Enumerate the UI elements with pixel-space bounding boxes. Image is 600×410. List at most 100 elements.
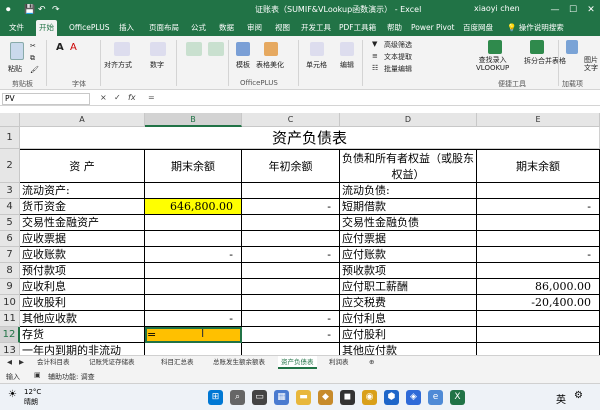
- cancel-icon[interactable]: ×: [100, 93, 107, 102]
- cell[interactable]: 应付票据: [340, 231, 477, 247]
- font-bold-icon[interactable]: A: [56, 42, 64, 53]
- cell[interactable]: 应收账款: [20, 247, 145, 263]
- save-icon[interactable]: 💾: [24, 4, 35, 16]
- start-icon[interactable]: ⊞: [208, 390, 223, 405]
- cell-b4[interactable]: 646,800.00: [145, 199, 242, 215]
- app-icon[interactable]: ◆: [318, 390, 333, 405]
- undo-icon[interactable]: ↶: [38, 4, 46, 16]
- widgets-icon[interactable]: ▦: [274, 390, 289, 405]
- cell[interactable]: [242, 215, 340, 231]
- format-table-icon[interactable]: [208, 42, 224, 56]
- row-header[interactable]: 7: [0, 247, 20, 263]
- cell[interactable]: [242, 343, 340, 355]
- column-header-c[interactable]: C: [242, 113, 340, 127]
- tab-help[interactable]: 帮助: [384, 20, 405, 36]
- vlookup-icon[interactable]: [488, 40, 502, 54]
- cell[interactable]: [477, 215, 600, 231]
- cell[interactable]: -: [242, 199, 340, 215]
- excel-icon[interactable]: X: [450, 390, 465, 405]
- advanced-filter-button[interactable]: 高级筛选: [384, 40, 412, 50]
- align-icon[interactable]: [114, 42, 130, 56]
- row-header[interactable]: 10: [0, 295, 20, 311]
- vlookup-button[interactable]: 查找录入 VLOOKUP: [476, 56, 509, 72]
- record-macro-icon[interactable]: ▣: [34, 371, 41, 379]
- cell[interactable]: [145, 263, 242, 279]
- row-header[interactable]: 6: [0, 231, 20, 247]
- cell[interactable]: -20,400.00: [477, 295, 600, 311]
- header-cell[interactable]: 期末余额: [145, 149, 242, 183]
- row-header[interactable]: 9: [0, 279, 20, 295]
- cell[interactable]: -: [242, 327, 340, 343]
- table-beautify-icon[interactable]: [264, 42, 278, 56]
- cell[interactable]: [242, 295, 340, 311]
- cell[interactable]: [145, 295, 242, 311]
- header-cell[interactable]: 资 产: [20, 149, 145, 183]
- edge-icon[interactable]: e: [428, 390, 443, 405]
- name-box[interactable]: PV: [2, 93, 90, 105]
- cell[interactable]: -: [242, 311, 340, 327]
- cell[interactable]: [242, 231, 340, 247]
- minimize-icon[interactable]: —: [548, 3, 562, 17]
- column-header-a[interactable]: A: [20, 113, 145, 127]
- maximize-icon[interactable]: ☐: [566, 3, 580, 17]
- cell[interactable]: -: [145, 311, 242, 327]
- number-button[interactable]: 数字: [150, 60, 164, 70]
- cell[interactable]: 流动负债:: [340, 183, 477, 199]
- autosave-toggle[interactable]: ⏺: [6, 4, 11, 16]
- tab-page-layout[interactable]: 页面布局: [146, 20, 182, 36]
- task-view-icon[interactable]: ▭: [252, 390, 267, 405]
- prev-sheet-icon[interactable]: ◀: [4, 356, 15, 369]
- app-icon[interactable]: ◈: [406, 390, 421, 405]
- weather-icon[interactable]: ☀: [8, 389, 17, 400]
- system-tray-icon[interactable]: ⚙: [574, 390, 583, 401]
- template-icon[interactable]: [236, 42, 250, 56]
- column-header-e[interactable]: E: [477, 113, 600, 127]
- align-button[interactable]: 对齐方式: [104, 60, 132, 70]
- header-cell[interactable]: 期末余额: [477, 149, 600, 183]
- column-header-b[interactable]: B: [145, 113, 242, 127]
- cell[interactable]: [145, 183, 242, 199]
- tab-formulas[interactable]: 公式: [188, 20, 209, 36]
- cell[interactable]: [477, 343, 600, 355]
- insert-function-icon[interactable]: fx: [128, 93, 136, 102]
- sheet-tab[interactable]: 记账凭证存储表: [86, 356, 138, 369]
- format-painter-icon[interactable]: 🖌: [30, 66, 39, 74]
- cell[interactable]: -: [477, 247, 600, 263]
- row-header[interactable]: 11: [0, 311, 20, 327]
- template-button[interactable]: 模板: [236, 60, 250, 70]
- cell[interactable]: 存货: [20, 327, 145, 343]
- sheet-tab[interactable]: 利润表: [326, 356, 352, 369]
- text-icon[interactable]: ≡: [372, 52, 378, 60]
- cell[interactable]: [242, 183, 340, 199]
- cell[interactable]: 一年内到期的非流动: [20, 343, 145, 355]
- cell[interactable]: -: [242, 247, 340, 263]
- cell[interactable]: [477, 183, 600, 199]
- cells-button[interactable]: 单元格: [306, 60, 327, 70]
- cell[interactable]: [477, 231, 600, 247]
- cell[interactable]: [145, 279, 242, 295]
- tab-insert[interactable]: 插入: [116, 20, 137, 36]
- row-header[interactable]: 8: [0, 263, 20, 279]
- cell[interactable]: 其他应收款: [20, 311, 145, 327]
- cell[interactable]: [477, 327, 600, 343]
- merge-split-button[interactable]: 拆分合并表格: [524, 56, 566, 66]
- row-header[interactable]: 12: [0, 327, 20, 343]
- merge-split-icon[interactable]: [530, 40, 544, 54]
- app-icon[interactable]: ◉: [362, 390, 377, 405]
- sheet-tab[interactable]: 会计科目表: [34, 356, 73, 369]
- cell[interactable]: 其他应付款: [340, 343, 477, 355]
- tab-power-pivot[interactable]: Power Pivot: [408, 20, 457, 36]
- batch-edit-button[interactable]: 批量编辑: [384, 64, 412, 74]
- cell[interactable]: [477, 263, 600, 279]
- cell[interactable]: 应收股利: [20, 295, 145, 311]
- filter-icon[interactable]: ▼: [372, 40, 377, 48]
- tab-file[interactable]: 文件: [6, 20, 27, 36]
- font-color-icon[interactable]: A: [70, 42, 77, 53]
- sheet-title-cell[interactable]: 资产负债表: [20, 127, 600, 149]
- paste-button[interactable]: 粘贴: [8, 64, 22, 74]
- cell[interactable]: 交易性金融负债: [340, 215, 477, 231]
- cell[interactable]: 预收款项: [340, 263, 477, 279]
- copy-icon[interactable]: ⧉: [30, 54, 35, 63]
- cell[interactable]: [145, 343, 242, 355]
- next-sheet-icon[interactable]: ▶: [16, 356, 27, 369]
